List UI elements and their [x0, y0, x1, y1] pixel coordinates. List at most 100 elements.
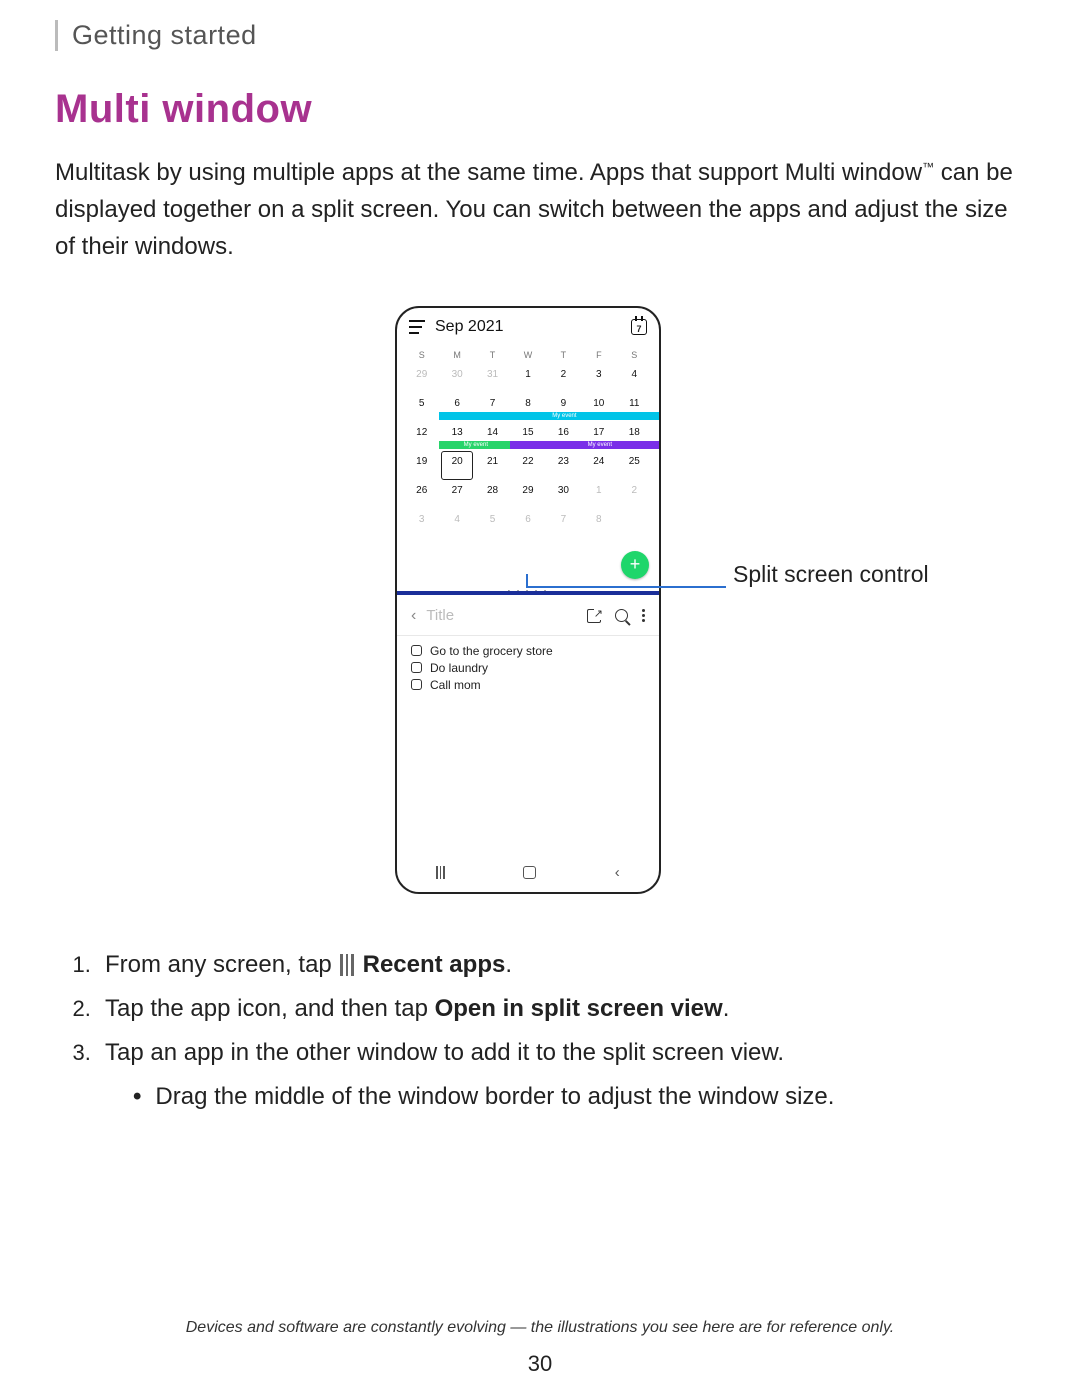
calendar-cell[interactable]: 28 [475, 480, 510, 509]
checklist-item[interactable]: Go to the grocery store [411, 644, 645, 658]
calendar-cell[interactable]: 18 [617, 422, 652, 451]
trademark-symbol: ™ [922, 160, 934, 174]
dow-cell: M [439, 346, 474, 364]
calendar-cell[interactable]: 29 [510, 480, 545, 509]
calendar-cell[interactable]: 27 [439, 480, 474, 509]
section-title: Getting started [72, 20, 1025, 51]
calendar-cell[interactable]: 16 [546, 422, 581, 451]
callout-label: Split screen control [733, 561, 929, 588]
intro-text-a: Multitask by using multiple apps at the … [55, 159, 922, 186]
calendar-cell[interactable]: 26 [404, 480, 439, 509]
calendar-cell[interactable]: 10 [581, 393, 616, 422]
step-3-sub: Drag the middle of the window border to … [133, 1079, 1025, 1115]
calendar-cell[interactable]: 7 [546, 509, 581, 538]
step-1b: Recent apps [363, 951, 506, 978]
notes-app: ‹ Title Go to the grocery store Do laundr… [397, 597, 659, 858]
today-badge: 7 [636, 324, 641, 334]
notes-title[interactable]: Title [426, 607, 587, 624]
nav-back-icon[interactable]: ‹ [615, 864, 620, 881]
calendar-cell[interactable]: 6 [510, 509, 545, 538]
checklist-label: Go to the grocery store [430, 644, 553, 658]
step-1c: . [505, 951, 512, 978]
calendar-cell[interactable]: 11 [617, 393, 652, 422]
calendar-cell[interactable]: 7 [475, 393, 510, 422]
step-3-text: Tap an app in the other window to add it… [105, 1039, 784, 1066]
dow-cell: F [581, 346, 616, 364]
calendar-cell[interactable]: 5 [475, 509, 510, 538]
split-screen-control[interactable]: • • • • • [397, 587, 659, 597]
calendar-cell[interactable]: 6My event [439, 393, 474, 422]
calendar-cell[interactable]: 12 [404, 422, 439, 451]
checklist-label: Call mom [430, 678, 481, 692]
instruction-steps: From any screen, tap Recent apps. Tap th… [97, 946, 1025, 1115]
section-header: Getting started [55, 20, 1025, 51]
phone-frame: Sep 2021 7 SMTWTFS 293031123456My event7… [395, 306, 661, 894]
calendar-cell[interactable]: 8 [581, 509, 616, 538]
calendar-cell[interactable] [617, 509, 652, 538]
calendar-cell[interactable]: 17 [581, 422, 616, 451]
dow-cell: S [617, 346, 652, 364]
checklist-item[interactable]: Call mom [411, 678, 645, 692]
calendar-cell[interactable]: 15My event [510, 422, 545, 451]
calendar-cell[interactable]: 29 [404, 364, 439, 393]
calendar-cell[interactable]: 14 [475, 422, 510, 451]
calendar-cell[interactable]: 30 [546, 480, 581, 509]
calendar-cell[interactable]: 13My event [439, 422, 474, 451]
divider-bar [397, 591, 659, 595]
calendar-topbar: Sep 2021 7 [397, 308, 659, 342]
calendar-grid: SMTWTFS 293031123456My event78910111213M… [404, 346, 652, 538]
calendar-cell[interactable]: 3 [581, 364, 616, 393]
calendar-cell[interactable]: 19 [404, 451, 439, 480]
calendar-cell[interactable]: 4 [617, 364, 652, 393]
step-2c: . [723, 995, 730, 1022]
calendar-cell[interactable]: 4 [439, 509, 474, 538]
nav-home-icon[interactable] [523, 866, 536, 879]
intro-paragraph: Multitask by using multiple apps at the … [55, 154, 1025, 266]
checkbox-icon[interactable] [411, 645, 422, 656]
calendar-cell[interactable]: 1 [581, 480, 616, 509]
search-icon[interactable] [615, 609, 628, 622]
more-icon[interactable] [642, 609, 645, 623]
dow-cell: W [510, 346, 545, 364]
dow-cell: T [475, 346, 510, 364]
calendar-cell[interactable]: 21 [475, 451, 510, 480]
step-1: From any screen, tap Recent apps. [97, 946, 1025, 984]
back-icon[interactable]: ‹ [411, 607, 416, 625]
share-icon[interactable] [587, 609, 601, 623]
calendar-cell[interactable]: 20 [439, 451, 474, 480]
figure: Sep 2021 7 SMTWTFS 293031123456My event7… [55, 306, 1025, 906]
calendar-cell[interactable]: 5 [404, 393, 439, 422]
nav-recent-icon[interactable] [436, 866, 445, 879]
menu-icon[interactable] [409, 320, 425, 334]
checkbox-icon[interactable] [411, 662, 422, 673]
calendar-month: Sep 2021 [435, 318, 504, 336]
calendar-cell[interactable]: 3 [404, 509, 439, 538]
today-icon[interactable]: 7 [631, 319, 647, 335]
calendar-cell[interactable]: 1 [510, 364, 545, 393]
fab-add-button[interactable]: + [621, 551, 649, 579]
notes-topbar: ‹ Title [397, 597, 659, 636]
step-2b: Open in split screen view [435, 995, 723, 1022]
calendar-cell[interactable]: 22 [510, 451, 545, 480]
step-2: Tap the app icon, and then tap Open in s… [97, 990, 1025, 1028]
calendar-cell[interactable]: 9 [546, 393, 581, 422]
calendar-cell[interactable]: 23 [546, 451, 581, 480]
calendar-cell[interactable]: 30 [439, 364, 474, 393]
calendar-cell[interactable]: 2 [617, 480, 652, 509]
callout-connector-horiz [526, 586, 726, 588]
step-3-sub-item: Drag the middle of the window border to … [133, 1079, 1025, 1115]
calendar-cell[interactable]: 8 [510, 393, 545, 422]
checkbox-icon[interactable] [411, 679, 422, 690]
step-2a: Tap the app icon, and then tap [105, 995, 435, 1022]
calendar-cell[interactable]: 2 [546, 364, 581, 393]
checklist-item[interactable]: Do laundry [411, 661, 645, 675]
calendar-cell[interactable]: 24 [581, 451, 616, 480]
step-3: Tap an app in the other window to add it… [97, 1034, 1025, 1114]
footer-note: Devices and software are constantly evol… [0, 1319, 1080, 1337]
checklist-label: Do laundry [430, 661, 488, 675]
dow-cell: T [546, 346, 581, 364]
page-title: Multi window [55, 87, 1025, 132]
calendar-cell[interactable]: 25 [617, 451, 652, 480]
calendar-cell[interactable]: 31 [475, 364, 510, 393]
step-1a: From any screen, tap [105, 951, 338, 978]
